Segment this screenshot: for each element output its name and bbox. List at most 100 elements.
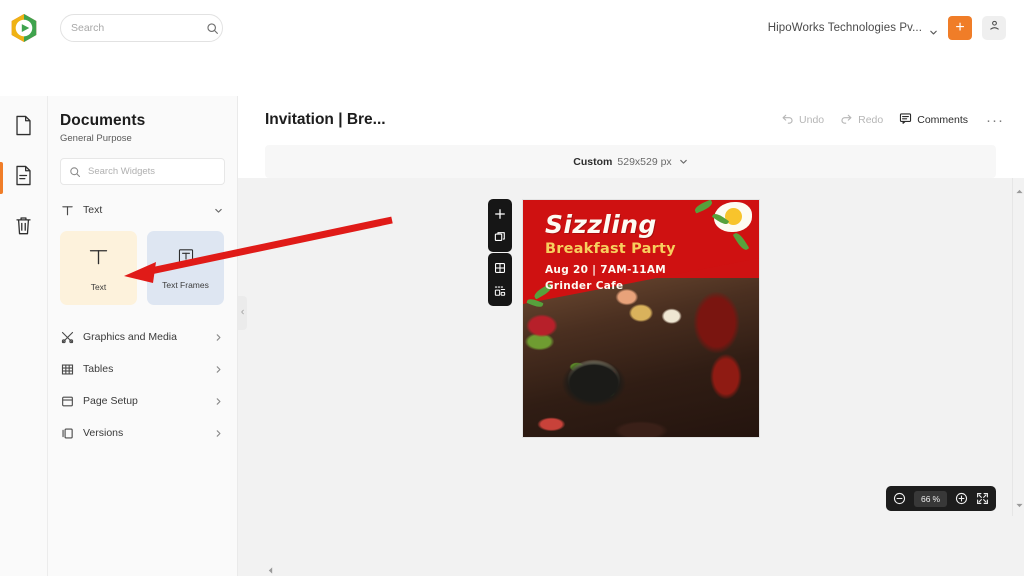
more-options-icon[interactable]: ··· bbox=[984, 112, 1004, 129]
redo-arrow-icon bbox=[840, 112, 853, 128]
undo-arrow-icon bbox=[781, 112, 794, 128]
caret-down-icon[interactable] bbox=[1013, 495, 1024, 513]
size-dimensions: 529x529 px bbox=[617, 155, 672, 168]
search-icon bbox=[69, 165, 82, 178]
versions-icon bbox=[60, 426, 74, 440]
card-food-photo bbox=[523, 278, 759, 437]
chevron-down-icon[interactable] bbox=[679, 157, 688, 166]
card-subhead: Breakfast Party bbox=[545, 241, 676, 257]
document-lines-icon bbox=[14, 165, 33, 191]
horizontal-scrollbar[interactable] bbox=[265, 564, 1012, 576]
zoom-value: 66 bbox=[920, 493, 931, 504]
chevron-left-icon bbox=[240, 308, 245, 318]
section-label: Text bbox=[83, 204, 103, 216]
widget-tile-text-frames[interactable]: Text Frames bbox=[147, 231, 224, 305]
comments-label: Comments bbox=[917, 114, 968, 126]
chevron-right-icon bbox=[211, 362, 225, 376]
text-t-icon bbox=[60, 203, 74, 217]
section-page-setup[interactable]: Page Setup bbox=[60, 389, 225, 413]
canvas-size-selector[interactable]: Custom 529x529 px bbox=[265, 145, 996, 178]
size-preset-label: Custom bbox=[573, 155, 613, 168]
trash-icon bbox=[14, 215, 33, 241]
section-versions[interactable]: Versions bbox=[60, 421, 225, 445]
add-new-button[interactable]: + bbox=[948, 16, 972, 40]
search-input[interactable] bbox=[71, 22, 206, 34]
text-widget-tiles: Text Text Frames bbox=[60, 231, 225, 305]
app-logo[interactable] bbox=[0, 0, 48, 56]
zoom-control: 66 % bbox=[886, 486, 996, 511]
panel-title: Documents bbox=[60, 112, 146, 129]
section-tables[interactable]: Tables bbox=[60, 357, 225, 381]
account-button[interactable] bbox=[982, 16, 1006, 40]
chevron-right-icon bbox=[211, 330, 225, 344]
blank-page-icon bbox=[14, 115, 33, 141]
widget-tile-text[interactable]: Text bbox=[60, 231, 137, 305]
widget-search[interactable] bbox=[60, 158, 225, 185]
panel-sections: Graphics and Media Tables Page Setup Ver… bbox=[60, 325, 225, 445]
hexagon-play-logo-icon bbox=[10, 13, 38, 43]
caret-up-icon[interactable] bbox=[1013, 181, 1024, 199]
search-icon bbox=[206, 22, 219, 35]
card-venue: Grinder Cafe bbox=[545, 280, 624, 292]
widget-tile-label: Text Frames bbox=[162, 280, 209, 290]
chevron-right-icon bbox=[211, 394, 225, 408]
vertical-scrollbar[interactable] bbox=[1012, 178, 1024, 516]
grid-four-icon[interactable] bbox=[493, 261, 507, 275]
section-label: Page Setup bbox=[83, 395, 138, 407]
panel-collapse-handle[interactable] bbox=[238, 296, 247, 330]
undo-button[interactable]: Undo bbox=[781, 112, 824, 128]
graphics-media-icon bbox=[60, 330, 74, 344]
page-title: Invitation | Bre... bbox=[265, 111, 386, 128]
document-header: Invitation | Bre... Undo Redo Comments ·… bbox=[238, 96, 1024, 144]
rail-item-documents[interactable] bbox=[0, 110, 48, 146]
widget-tile-label: Text bbox=[90, 281, 107, 292]
widget-search-input[interactable] bbox=[88, 166, 220, 177]
global-search[interactable] bbox=[60, 14, 223, 42]
plus-icon: + bbox=[955, 19, 965, 36]
section-header-text[interactable]: Text bbox=[60, 198, 225, 222]
section-label: Tables bbox=[83, 363, 114, 375]
left-icon-rail bbox=[0, 96, 48, 576]
app-root: HipoWorks Technologies Pv... + bbox=[0, 0, 1024, 576]
panel-subtitle: General Purpose bbox=[60, 133, 132, 144]
text-frame-icon bbox=[176, 246, 196, 271]
rail-item-trash[interactable] bbox=[0, 210, 48, 246]
undo-label: Undo bbox=[799, 114, 825, 126]
layout-toolbar bbox=[488, 253, 512, 306]
section-label: Graphics and Media bbox=[83, 331, 177, 343]
fullscreen-expand-icon[interactable] bbox=[976, 492, 989, 505]
rail-item-active-document[interactable] bbox=[0, 160, 48, 196]
chevron-down-icon[interactable] bbox=[211, 203, 225, 217]
redo-button[interactable]: Redo bbox=[840, 112, 883, 128]
redo-label: Redo bbox=[858, 114, 884, 126]
minus-circle-icon[interactable] bbox=[893, 492, 906, 505]
zoom-value-field[interactable]: 66 % bbox=[913, 490, 948, 507]
widgets-panel: Documents General Purpose Text bbox=[48, 96, 238, 576]
add-page-toolbar bbox=[488, 199, 512, 252]
caret-left-icon[interactable] bbox=[268, 564, 273, 576]
top-bar: HipoWorks Technologies Pv... + bbox=[0, 0, 1024, 56]
card-date-time: Aug 20 | 7AM-11AM bbox=[545, 264, 667, 276]
design-card[interactable]: Sizzling Breakfast Party Aug 20 | 7AM-11… bbox=[523, 200, 759, 437]
section-label: Versions bbox=[83, 427, 124, 439]
smart-layout-icon[interactable] bbox=[493, 284, 507, 298]
design-canvas[interactable]: Sizzling Breakfast Party Aug 20 | 7AM-11… bbox=[238, 178, 1024, 576]
plus-circle-icon[interactable] bbox=[955, 492, 968, 505]
text-t-icon bbox=[87, 245, 110, 273]
chevron-down-icon bbox=[929, 24, 938, 35]
topbar-right: HipoWorks Technologies Pv... + bbox=[768, 16, 1024, 40]
section-graphics-and-media[interactable]: Graphics and Media bbox=[60, 325, 225, 349]
table-grid-icon bbox=[60, 362, 74, 376]
page-setup-icon bbox=[60, 394, 74, 408]
document-actions: Undo Redo Comments ··· bbox=[781, 112, 1004, 129]
plus-icon[interactable] bbox=[493, 207, 507, 221]
org-switcher[interactable]: HipoWorks Technologies Pv... bbox=[767, 22, 938, 35]
comments-button[interactable]: Comments bbox=[899, 112, 968, 128]
org-name: HipoWorks Technologies Pv... bbox=[767, 22, 922, 34]
card-headline: Sizzling bbox=[545, 210, 657, 239]
user-account-icon bbox=[988, 19, 1001, 37]
zoom-unit: % bbox=[932, 493, 941, 504]
comment-bubble-icon bbox=[899, 112, 912, 128]
chevron-right-icon bbox=[211, 426, 225, 440]
duplicate-pages-icon[interactable] bbox=[493, 230, 507, 244]
